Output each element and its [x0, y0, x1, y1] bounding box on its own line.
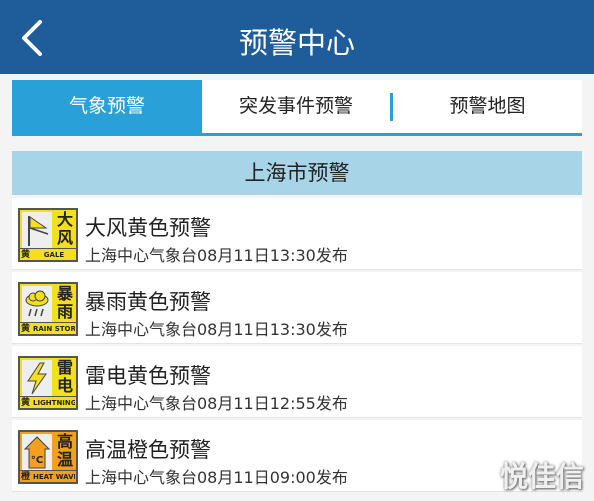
warning-item-rainstorm[interactable]: 暴雨 黄 RAIN STORM 暴雨黄色预警 上海中心气象台08月11日13:3… [12, 272, 582, 344]
tab-weather-warning[interactable]: 气象预警 [12, 80, 202, 133]
badge-label: 暴雨 [56, 284, 73, 321]
badge-label: 高温 [56, 432, 73, 469]
badge-label: 大风 [56, 210, 73, 247]
warning-badge: 雷电 黄 LIGHTNING [18, 356, 78, 410]
lightning-icon [27, 362, 47, 395]
warning-title: 高温橙色预警 [85, 438, 211, 462]
warning-title: 大风黄色预警 [85, 216, 211, 240]
tab-warning-map[interactable]: 预警地图 [393, 80, 582, 133]
badge-level: 橙 [21, 472, 31, 482]
thermometer-icon: °C [23, 436, 51, 469]
warning-badge: 暴雨 黄 RAIN STORM [18, 282, 78, 336]
tab-emergency-warning[interactable]: 突发事件预警 [202, 80, 390, 133]
badge-level: 黄 [21, 250, 31, 260]
warning-subtitle: 上海中心气象台08月11日12:55发布 [85, 394, 348, 413]
badge-label: 雷电 [56, 358, 73, 395]
region-header: 上海市预警 [12, 151, 582, 195]
warning-badge: °C 高温 橙 HEAT WAVE [18, 430, 78, 484]
badge-pic-text: °C [31, 455, 43, 466]
badge-english: RAIN STORM [33, 325, 75, 333]
badge-english: GALE [43, 251, 65, 259]
page-title: 预警中心 [238, 26, 355, 60]
badge-level: 黄 [21, 324, 31, 334]
badge-english: HEAT WAVE [33, 473, 75, 481]
badge-level: 黄 [21, 398, 31, 408]
warning-item-heat-wave[interactable]: °C 高温 橙 HEAT WAVE 高温橙色预警 上海中心气象台08月11日09… [12, 420, 582, 492]
tab-bar: 气象预警 突发事件预警 预警地图 [12, 80, 582, 136]
watermark: 悦佳信 [499, 460, 584, 493]
flag-icon [28, 216, 49, 246]
warning-subtitle: 上海中心气象台08月11日13:30发布 [85, 246, 348, 265]
warning-badge: 大风 黄 GALE [18, 208, 78, 262]
rain-cloud-icon [25, 290, 49, 317]
warning-item-lightning[interactable]: 雷电 黄 LIGHTNING 雷电黄色预警 上海中心气象台08月11日12:55… [12, 346, 582, 418]
warning-item-gale[interactable]: 大风 黄 GALE 大风黄色预警 上海中心气象台08月11日13:30发布 [12, 198, 582, 270]
badge-english: LIGHTNING [33, 399, 75, 407]
warning-subtitle: 上海中心气象台08月11日13:30发布 [85, 320, 348, 339]
warning-title: 雷电黄色预警 [85, 364, 211, 388]
warning-subtitle: 上海中心气象台08月11日09:00发布 [85, 468, 348, 487]
warning-title: 暴雨黄色预警 [85, 290, 211, 314]
header-bar: 预警中心 [0, 0, 594, 74]
